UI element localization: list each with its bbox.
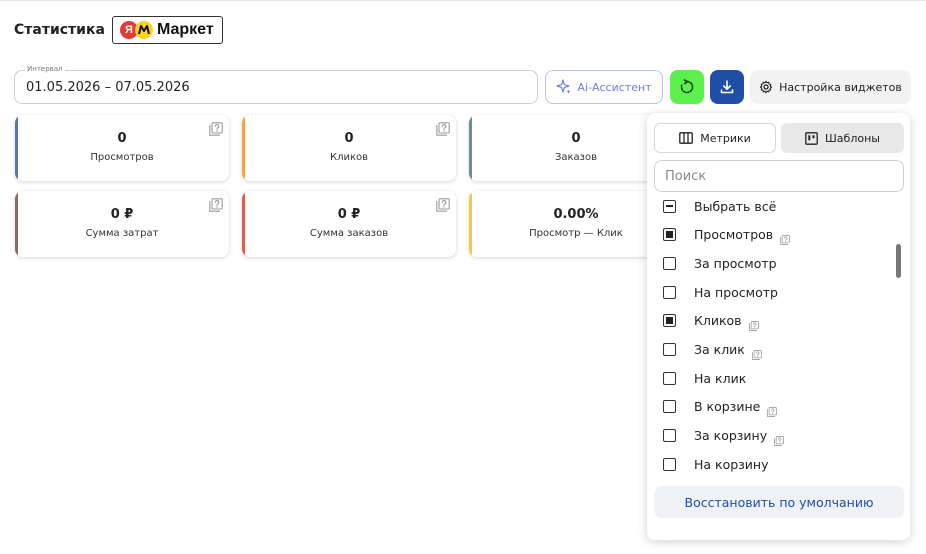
help-icon[interactable] bbox=[780, 230, 790, 245]
checkbox[interactable] bbox=[663, 429, 676, 443]
interval-label: Интервал bbox=[25, 65, 65, 73]
metric-option[interactable]: Просмотров bbox=[663, 225, 790, 245]
market-logo-icon bbox=[134, 21, 153, 39]
help-icon[interactable] bbox=[436, 121, 450, 136]
marketplace-badge: Я Маркет bbox=[111, 16, 223, 44]
card-value: 0 bbox=[344, 131, 354, 146]
checkbox[interactable] bbox=[663, 343, 676, 356]
card-accent bbox=[15, 191, 18, 257]
checkbox[interactable] bbox=[663, 371, 676, 385]
help-icon[interactable] bbox=[748, 316, 759, 331]
metric-card: 0 ₽ Сумма заказов bbox=[242, 191, 456, 257]
card-label: Сумма заказов bbox=[309, 228, 389, 239]
checkbox[interactable] bbox=[663, 256, 676, 270]
card-value: 0 bbox=[117, 131, 127, 146]
tab-templates[interactable]: Шаблоны bbox=[781, 123, 904, 153]
page-header: Статистика Я Маркет bbox=[14, 16, 223, 44]
metric-card: 0 ₽ Сумма затрат bbox=[15, 191, 229, 257]
tab-metrics-label: Метрики bbox=[700, 131, 751, 145]
tab-templates-label: Шаблоны bbox=[825, 131, 880, 145]
card-accent bbox=[242, 115, 245, 181]
widget-settings-button[interactable]: Настройка виджетов bbox=[750, 70, 911, 104]
restore-defaults-button[interactable]: Восстановить по умолчанию bbox=[654, 486, 904, 518]
widget-settings-panel: Метрики Шаблоны Выбрать всё Просмотров За … bbox=[647, 113, 910, 540]
download-button[interactable] bbox=[710, 70, 744, 104]
metric-option-label: Кликов bbox=[694, 313, 742, 329]
metric-option[interactable]: За просмотр bbox=[663, 253, 777, 273]
sparkle-icon bbox=[556, 79, 572, 94]
ai-assistant-button[interactable]: Ai-Ассистент bbox=[545, 70, 663, 104]
gear-icon bbox=[760, 80, 773, 94]
interval-value: 01.05.2026 – 07.05.2026 bbox=[26, 80, 190, 95]
refresh-icon bbox=[680, 79, 694, 94]
checkbox[interactable] bbox=[663, 400, 676, 414]
metric-option-label: На просмотр bbox=[694, 284, 778, 300]
metric-card: 0 Кликов bbox=[242, 115, 456, 181]
refresh-button[interactable] bbox=[670, 70, 704, 104]
checkbox[interactable] bbox=[663, 314, 676, 328]
card-label: Сумма затрат bbox=[85, 228, 159, 239]
metric-option-label: На клик bbox=[694, 370, 747, 386]
card-label: Просмотров bbox=[90, 152, 154, 163]
metric-option[interactable]: Выбрать всё bbox=[663, 196, 776, 216]
metric-option[interactable]: Кликов bbox=[663, 311, 759, 331]
page-title: Статистика bbox=[14, 22, 105, 38]
card-label: Кликов bbox=[329, 152, 369, 163]
metric-option[interactable]: За клик bbox=[663, 340, 762, 360]
metric-option[interactable]: На корзину bbox=[663, 454, 769, 474]
help-icon[interactable] bbox=[436, 197, 450, 212]
card-accent bbox=[469, 191, 472, 257]
card-value: 0 ₽ bbox=[110, 207, 134, 222]
card-accent bbox=[242, 191, 245, 257]
metric-option-label: За корзину bbox=[694, 428, 768, 444]
metric-option[interactable]: За корзину bbox=[663, 426, 784, 446]
ai-assistant-label: Ai-Ассистент bbox=[577, 80, 652, 94]
card-accent bbox=[469, 115, 472, 181]
download-icon bbox=[720, 80, 734, 94]
template-icon bbox=[805, 131, 818, 145]
top-divider bbox=[0, 0, 926, 1]
metric-option-label: Выбрать всё bbox=[694, 198, 777, 214]
metric-option[interactable]: В корзине bbox=[663, 397, 778, 417]
widget-settings-label: Настройка виджетов bbox=[779, 80, 902, 94]
help-icon[interactable] bbox=[774, 431, 784, 446]
metric-option-label: За клик bbox=[694, 342, 745, 357]
checkbox[interactable] bbox=[663, 457, 676, 471]
checkbox[interactable] bbox=[663, 199, 676, 213]
checkbox[interactable] bbox=[663, 228, 676, 242]
metric-option[interactable]: На просмотр bbox=[663, 282, 778, 302]
metric-option-label: В корзине bbox=[694, 399, 761, 415]
card-value: 0 ₽ bbox=[337, 207, 361, 222]
help-icon[interactable] bbox=[767, 402, 778, 417]
help-icon[interactable] bbox=[209, 197, 223, 212]
metric-option-label: На корзину bbox=[694, 456, 769, 472]
metric-option[interactable]: На клик bbox=[663, 368, 746, 388]
metric-option-label: За просмотр bbox=[694, 255, 777, 271]
marketplace-name: Маркет bbox=[156, 21, 214, 38]
tab-metrics[interactable]: Метрики bbox=[654, 123, 776, 153]
checkbox[interactable] bbox=[663, 285, 676, 299]
list-scrollbar[interactable] bbox=[896, 244, 901, 278]
card-accent bbox=[15, 115, 18, 181]
help-icon[interactable] bbox=[752, 345, 762, 360]
interval-field[interactable]: Интервал 01.05.2026 – 07.05.2026 bbox=[14, 65, 538, 104]
metric-option-label: Просмотров bbox=[694, 227, 774, 243]
help-icon[interactable] bbox=[209, 121, 223, 136]
metric-card: 0 Просмотров bbox=[15, 115, 229, 181]
metric-search-input[interactable] bbox=[654, 160, 904, 192]
columns-icon bbox=[679, 132, 694, 144]
